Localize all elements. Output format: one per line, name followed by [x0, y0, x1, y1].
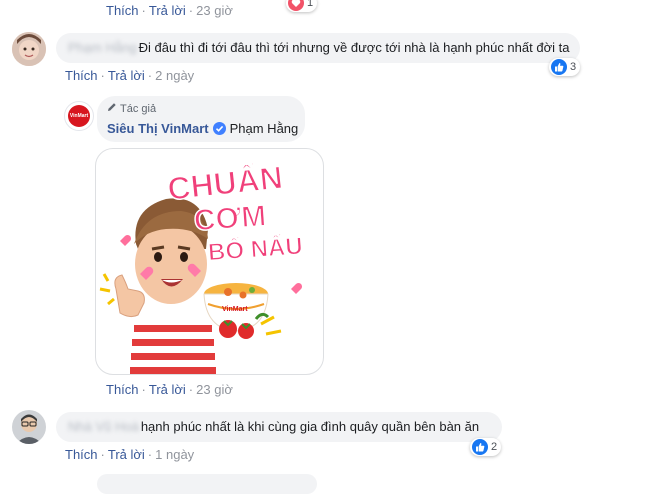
vinmart-avatar[interactable]: VinMart — [64, 101, 94, 131]
like-link[interactable]: Thích — [106, 3, 139, 18]
comment0-reactions[interactable]: 1 — [286, 0, 318, 12]
sticker-line-3: BỐ NẤU — [207, 232, 303, 267]
sticker-image[interactable]: VinMart CHUẨN CƠM BỐ NẤU — [95, 148, 324, 375]
avatar[interactable] — [12, 410, 46, 444]
pencil-icon — [107, 101, 117, 118]
avatar[interactable] — [12, 32, 46, 66]
comment1-actions: Thích · Trả lời · 2 ngày — [65, 68, 195, 83]
reply-link[interactable]: Trả lời — [149, 3, 186, 18]
next-reply-bubble — [97, 474, 317, 494]
comment-text: Đi đâu thì đi tới đâu thì tới nhưng về đ… — [138, 40, 570, 55]
reaction-count: 3 — [570, 61, 577, 73]
comment2-reactions[interactable]: 2 — [470, 438, 502, 456]
comment-time[interactable]: 23 giờ — [196, 382, 233, 397]
reaction-count: 1 — [307, 0, 314, 9]
comment-time[interactable]: 23 giờ — [196, 3, 233, 18]
verified-icon — [212, 122, 226, 135]
bowl-brand-text: VinMart — [222, 306, 248, 313]
like-icon — [551, 59, 567, 75]
comment1-reactions[interactable]: 3 — [549, 58, 581, 76]
comment-time[interactable]: 1 ngày — [155, 447, 194, 462]
heart-icon — [288, 0, 304, 11]
reply-actions: Thích · Trả lời · 23 giờ — [106, 382, 233, 397]
like-link[interactable]: Thích — [106, 382, 139, 397]
comment1-bubble: Phạm Hằng Đi đâu thì đi tới đâu thì tới n… — [56, 33, 580, 63]
page-author[interactable]: Siêu Thị VinMart — [107, 120, 209, 137]
sticker-line-1: CHUẨN — [166, 159, 285, 207]
like-link[interactable]: Thích — [65, 68, 98, 83]
reply-link[interactable]: Trả lời — [108, 447, 145, 462]
vinmart-logo-text: VinMart — [69, 113, 89, 119]
reply-bubble: Tác giả Siêu Thị VinMart Phạm Hằng — [97, 96, 305, 142]
reaction-count: 2 — [491, 441, 498, 453]
comment-text: hạnh phúc nhất là khi cùng gia đình quây… — [140, 419, 480, 434]
comment-author[interactable]: Phạm Hằng — [68, 39, 137, 56]
comment-time[interactable]: 2 ngày — [155, 68, 194, 83]
comment2-actions: Thích · Trả lời · 1 ngày — [65, 447, 195, 462]
like-link[interactable]: Thích — [65, 447, 98, 462]
reply-link[interactable]: Trả lời — [149, 382, 186, 397]
like-icon — [472, 439, 488, 455]
reply-link[interactable]: Trả lời — [108, 68, 145, 83]
sticker-line-2: CƠM — [193, 200, 267, 238]
comment0-actions: Thích · Trả lời · 23 giờ — [106, 3, 233, 18]
tagged-user[interactable]: Phạm Hằng — [230, 120, 299, 137]
author-badge: Tác giả — [120, 103, 157, 115]
comment2-bubble: Nhà Vũ Hoà hạnh phúc nhất là khi cùng gia… — [56, 412, 502, 442]
comment-author[interactable]: Nhà Vũ Hoà — [68, 418, 139, 435]
